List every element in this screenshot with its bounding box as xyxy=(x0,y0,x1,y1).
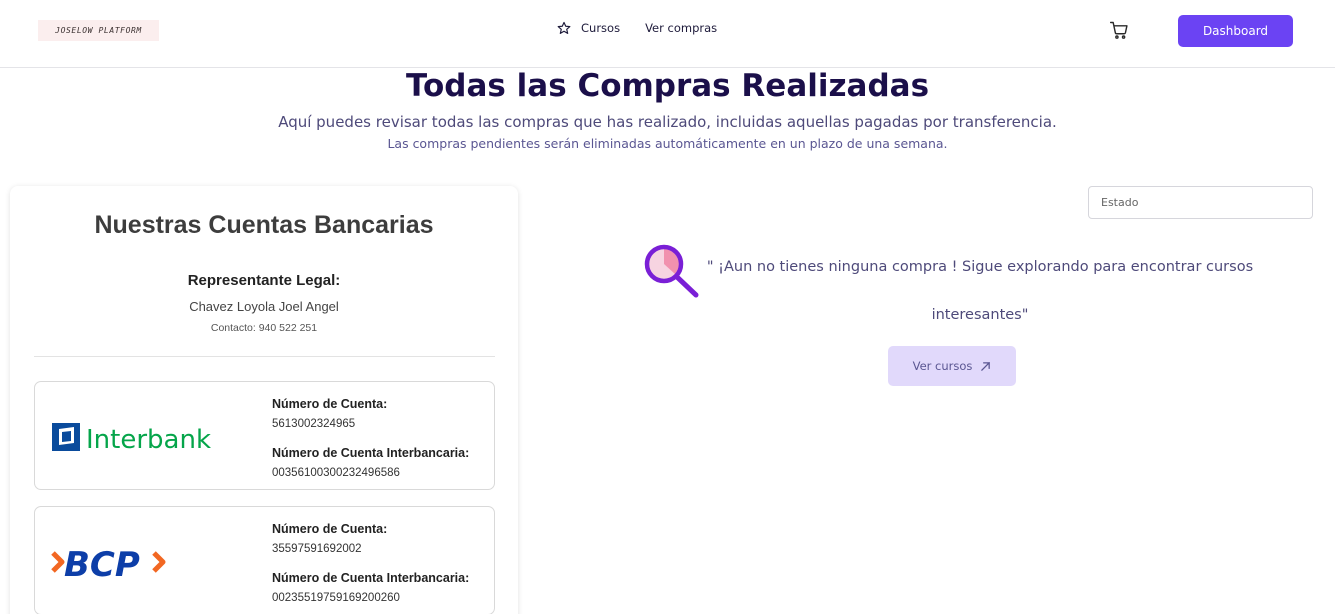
interbank-logo: Interbank xyxy=(51,412,221,462)
top-navbar: JOSELOW PLATFORM Cursos Ver compras Dash… xyxy=(0,0,1335,68)
see-courses-label: Ver cursos xyxy=(912,359,973,373)
svg-text:Interbank: Interbank xyxy=(86,425,211,455)
bank-account-card: BCP Número de Cuenta: 35597591692002 Núm… xyxy=(34,506,495,614)
representative-name: Chavez Loyola Joel Angel xyxy=(189,299,339,314)
bcp-logo: BCP xyxy=(51,537,221,587)
bank-panel-title: Nuestras Cuentas Bancarias xyxy=(94,211,434,239)
estado-filter-input[interactable] xyxy=(1088,186,1313,219)
cci-number: 00235519759169200260 xyxy=(272,592,400,604)
divider xyxy=(34,356,495,357)
cci-label: Número de Cuenta Interbancaria: xyxy=(272,571,470,585)
account-number-label: Número de Cuenta: xyxy=(272,397,388,411)
see-courses-button[interactable]: Ver cursos xyxy=(888,346,1016,386)
page-subtitle: Aquí puedes revisar todas las compras qu… xyxy=(278,113,1057,131)
account-info: Número de Cuenta: 5613002324965 Número d… xyxy=(272,397,469,495)
pending-note: Las compras pendientes serán eliminadas … xyxy=(387,136,948,151)
account-info: Número de Cuenta: 35597591692002 Número … xyxy=(272,522,469,614)
account-number: 35597591692002 xyxy=(272,543,362,555)
nav-courses-link[interactable]: Cursos xyxy=(557,21,620,35)
cci-number: 00356100300232496586 xyxy=(272,467,400,479)
nav-courses-label: Cursos xyxy=(581,21,621,35)
account-number-label: Número de Cuenta: xyxy=(272,522,388,536)
representative-contact: Contacto: 940 522 251 xyxy=(210,322,318,334)
main-nav: Cursos Ver compras xyxy=(557,21,717,35)
cci-label: Número de Cuenta Interbancaria: xyxy=(272,446,470,460)
account-number: 5613002324965 xyxy=(272,418,356,430)
nav-purchases-link[interactable]: Ver compras xyxy=(645,21,717,35)
cart-icon xyxy=(1109,21,1128,39)
page-title: Todas las Compras Realizadas xyxy=(405,68,930,104)
arrow-up-right-icon xyxy=(981,361,991,371)
search-magnifier-icon xyxy=(642,242,700,300)
cart-button[interactable] xyxy=(1109,20,1129,40)
svg-text:BCP: BCP xyxy=(64,545,140,585)
representative-label: Representante Legal: xyxy=(187,272,341,289)
bank-account-card: Interbank Número de Cuenta: 561300232496… xyxy=(34,381,495,490)
bank-accounts-panel: Nuestras Cuentas Bancarias Representante… xyxy=(10,186,518,614)
empty-state-message: " ¡Aun no tienes ninguna compra ! Sigue … xyxy=(706,259,1254,323)
star-icon xyxy=(557,21,571,35)
logo-text: JOSELOW PLATFORM xyxy=(55,26,142,35)
dashboard-button[interactable]: Dashboard xyxy=(1178,15,1293,47)
platform-logo[interactable]: JOSELOW PLATFORM xyxy=(38,20,159,41)
nav-purchases-label: Ver compras xyxy=(645,21,718,35)
